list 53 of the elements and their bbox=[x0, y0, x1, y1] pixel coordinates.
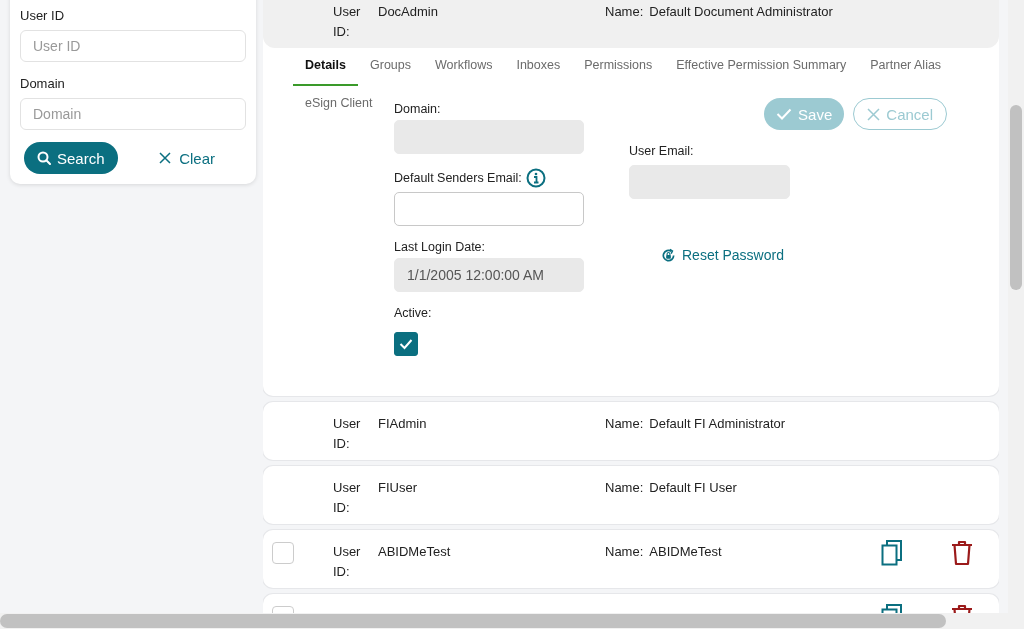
field-label: Last Login Date: bbox=[394, 240, 486, 254]
user-card[interactable]: User ID: ABIDMeTest Name: ABIDMeTest bbox=[263, 530, 999, 588]
field-label: User Email: bbox=[629, 144, 695, 158]
tab[interactable]: Workflows bbox=[423, 56, 505, 86]
user-id: FIAdmin bbox=[377, 415, 428, 433]
user-name: Default FI Administrator bbox=[649, 415, 786, 433]
field-label: Name: bbox=[605, 415, 644, 433]
card-header[interactable]: User ID: DocAdmin Name: Default Document Administrator bbox=[263, 0, 999, 48]
check-icon bbox=[776, 108, 793, 120]
search-icon bbox=[37, 151, 51, 165]
tab[interactable]: eSign Client bbox=[293, 86, 385, 124]
field-label: Domain: bbox=[394, 102, 441, 116]
vertical-scrollbar[interactable] bbox=[1008, 0, 1024, 629]
checkbox[interactable] bbox=[394, 332, 418, 356]
user-id: FIUser bbox=[377, 479, 418, 497]
close-icon bbox=[867, 107, 881, 121]
user-id: DocAdmin bbox=[377, 3, 439, 21]
user-name: Default FI User bbox=[649, 479, 737, 497]
trash-icon[interactable] bbox=[951, 540, 973, 566]
field-label: User ID: bbox=[333, 3, 362, 41]
close-icon bbox=[159, 152, 172, 164]
user-name: Default Document Administrator bbox=[649, 3, 833, 21]
info-icon[interactable] bbox=[525, 168, 546, 188]
input-field[interactable] bbox=[394, 192, 584, 226]
field-label: User ID: bbox=[333, 479, 362, 517]
field-label: User ID bbox=[20, 8, 66, 23]
clear-button[interactable]: Clear bbox=[153, 148, 221, 168]
user-card[interactable]: User ID: FIAdmin Name: Default FI Administrator bbox=[263, 402, 999, 460]
user-name: ABIDMeTest bbox=[649, 543, 722, 561]
field-label: Name: bbox=[605, 3, 644, 21]
field-label: User ID: bbox=[333, 415, 362, 453]
input-field[interactable]: User ID bbox=[20, 30, 246, 62]
input-field[interactable]: Domain bbox=[20, 98, 246, 130]
field-label: Name: bbox=[605, 479, 644, 497]
tab[interactable]: Effective Permission Summary bbox=[664, 56, 859, 86]
tab[interactable]: Partner Alias bbox=[858, 56, 954, 86]
search-button[interactable]: Search bbox=[24, 142, 118, 174]
field-label: Active: bbox=[394, 306, 432, 320]
user-card[interactable]: User ID: FIUser Name: Default FI User bbox=[263, 466, 999, 524]
tab[interactable]: Permissions bbox=[572, 56, 665, 86]
field-label: User ID: bbox=[333, 543, 362, 581]
copy-icon[interactable] bbox=[881, 540, 903, 566]
reset-password-link[interactable]: Reset Password bbox=[661, 247, 790, 263]
user-id: ABIDMeTest bbox=[377, 543, 452, 561]
tab[interactable]: Details bbox=[293, 56, 358, 86]
lock-reset-icon bbox=[661, 247, 676, 263]
field-label: Default Senders Email: bbox=[394, 171, 522, 185]
tab[interactable]: Groups bbox=[358, 56, 423, 86]
check-icon bbox=[399, 338, 413, 350]
field-label: Domain bbox=[20, 76, 66, 91]
field-label: Name: bbox=[605, 543, 644, 561]
horizontal-scrollbar[interactable] bbox=[0, 613, 1008, 629]
tab[interactable]: Inboxes bbox=[504, 56, 573, 86]
